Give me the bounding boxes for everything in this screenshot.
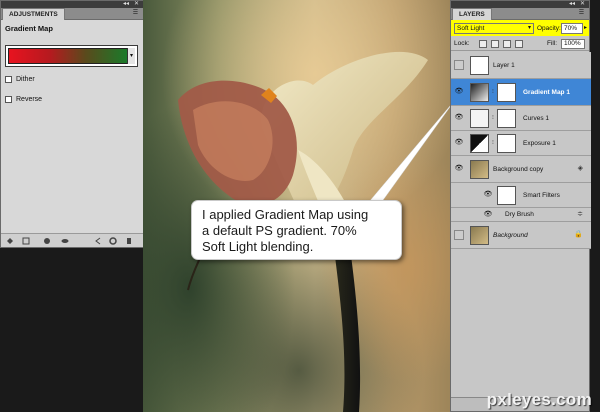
collapse-icon[interactable]: ◂◂ bbox=[569, 1, 575, 8]
opacity-label: Opacity: bbox=[537, 25, 561, 32]
layer-name: Gradient Map 1 bbox=[523, 89, 570, 96]
layers-panel: ◂◂ ✕ LAYERS ☰ Soft Light ▾ Opacity: 70% … bbox=[450, 0, 591, 412]
reverse-checkbox[interactable] bbox=[5, 96, 12, 103]
layer-name: Smart Filters bbox=[523, 192, 560, 199]
lock-icon: 🔒 bbox=[574, 231, 583, 238]
layer-mask-thumbnail[interactable] bbox=[497, 109, 516, 128]
layer-thumbnail bbox=[470, 56, 489, 75]
layer-name: Background bbox=[493, 232, 528, 239]
panel-menu-icon[interactable]: ☰ bbox=[577, 10, 586, 17]
layers-tabbar: LAYERS ☰ bbox=[451, 8, 589, 20]
eye-icon[interactable]: 👁 bbox=[483, 210, 493, 220]
close-panel-icon[interactable]: ✕ bbox=[580, 1, 585, 8]
eye-icon[interactable]: 👁 bbox=[454, 138, 464, 148]
adjustment-title: Gradient Map bbox=[5, 24, 53, 33]
link-icon[interactable]: ⁝ bbox=[491, 134, 495, 153]
blend-mode-select[interactable]: Soft Light ▾ bbox=[454, 23, 534, 34]
gradient-dropdown-arrow-icon[interactable]: ▾ bbox=[127, 48, 135, 64]
annotation-callout: I applied Gradient Map using a default P… bbox=[191, 200, 402, 260]
dither-option[interactable]: Dither bbox=[5, 76, 35, 83]
lock-transparency-icon[interactable] bbox=[479, 40, 487, 48]
eye-icon[interactable]: 👁 bbox=[454, 113, 464, 123]
delete-adjustment-icon[interactable] bbox=[125, 237, 133, 245]
adjustments-panel-header: ◂◂ ✕ bbox=[1, 1, 143, 8]
lock-label: Lock: bbox=[454, 40, 470, 47]
lock-position-icon[interactable] bbox=[503, 40, 511, 48]
layer-row-background-copy[interactable]: 👁 Background copy ◈ bbox=[451, 156, 591, 183]
callout-line-2: a default PS gradient. 70% bbox=[202, 223, 357, 238]
smart-object-icon: ◈ bbox=[577, 165, 583, 172]
lock-all-icon[interactable] bbox=[515, 40, 523, 48]
adjustments-tabbar: ADJUSTMENTS ☰ bbox=[1, 8, 143, 20]
callout-line-1: I applied Gradient Map using bbox=[202, 207, 369, 222]
previous-state-icon[interactable] bbox=[94, 237, 102, 245]
layer-row-curves-1[interactable]: 👁 ⁝ Curves 1 bbox=[451, 106, 591, 131]
layer-thumbnail bbox=[470, 160, 489, 179]
layer-name: Exposure 1 bbox=[523, 140, 556, 147]
callout-line-3: Soft Light blending. bbox=[202, 239, 314, 254]
layer-mask-thumbnail[interactable] bbox=[497, 83, 516, 102]
lock-pixels-icon[interactable] bbox=[491, 40, 499, 48]
reverse-label: Reverse bbox=[16, 96, 43, 103]
eye-icon[interactable]: 👁 bbox=[454, 164, 464, 174]
layer-mask-thumbnail[interactable] bbox=[497, 134, 516, 153]
exposure-thumbnail bbox=[470, 134, 489, 153]
layer-name: Layer 1 bbox=[493, 62, 515, 69]
close-panel-icon[interactable]: ✕ bbox=[134, 1, 139, 8]
filter-options-icon[interactable]: ≑ bbox=[577, 210, 583, 218]
curves-thumbnail bbox=[470, 109, 489, 128]
reset-icon[interactable] bbox=[109, 237, 117, 245]
dither-label: Dither bbox=[16, 76, 35, 83]
layer-row-background[interactable]: Background 🔒 bbox=[451, 222, 591, 249]
lock-row: Lock: Fill: 100% bbox=[451, 37, 589, 51]
link-icon[interactable]: ⁝ bbox=[491, 109, 495, 128]
layer-row-exposure-1[interactable]: 👁 ⁝ Exposure 1 bbox=[451, 131, 591, 156]
adjustment-thumbnail bbox=[470, 83, 489, 102]
gradient-preview[interactable] bbox=[8, 48, 128, 64]
watermark: pxleyes.com bbox=[486, 390, 592, 409]
link-icon[interactable]: ⁝ bbox=[491, 83, 495, 102]
adjustments-panel: ◂◂ ✕ ADJUSTMENTS ☰ Gradient Map ▾ Dither… bbox=[0, 0, 144, 248]
dither-checkbox[interactable] bbox=[5, 76, 12, 83]
layer-row-layer-1[interactable]: Layer 1 bbox=[451, 52, 591, 79]
fill-label: Fill: bbox=[547, 40, 558, 47]
layer-row-smart-filters[interactable]: 👁 Smart Filters bbox=[451, 183, 591, 208]
layer-name: Background copy bbox=[493, 166, 544, 173]
opacity-input[interactable]: 70% bbox=[561, 23, 583, 34]
opacity-slider-arrow-icon[interactable]: ▸ bbox=[584, 23, 590, 34]
collapse-icon[interactable]: ◂◂ bbox=[123, 1, 129, 8]
visibility-icon[interactable] bbox=[61, 237, 69, 245]
blend-options-row: Soft Light ▾ Opacity: 70% ▸ bbox=[451, 20, 589, 36]
visibility-toggle[interactable] bbox=[454, 60, 464, 70]
gradient-picker[interactable]: ▾ bbox=[5, 45, 138, 67]
layer-thumbnail bbox=[470, 226, 489, 245]
return-to-list-icon[interactable] bbox=[6, 237, 14, 245]
expanded-view-icon[interactable] bbox=[22, 237, 30, 245]
fill-input[interactable]: 100% bbox=[561, 39, 585, 49]
reverse-option[interactable]: Reverse bbox=[5, 96, 42, 103]
filter-mask-thumbnail[interactable] bbox=[497, 186, 516, 205]
layer-name: Curves 1 bbox=[523, 115, 550, 122]
visibility-toggle[interactable] bbox=[454, 230, 464, 240]
eye-icon[interactable]: 👁 bbox=[454, 87, 464, 97]
panel-menu-icon[interactable]: ☰ bbox=[131, 10, 140, 17]
layer-row-gradient-map-1[interactable]: 👁 ⁝ Gradient Map 1 bbox=[451, 79, 591, 106]
adjustments-bottom-toolbar bbox=[1, 233, 143, 247]
clip-to-layer-icon[interactable] bbox=[43, 237, 51, 245]
tab-layers[interactable]: LAYERS bbox=[452, 8, 492, 20]
tab-adjustments[interactable]: ADJUSTMENTS bbox=[2, 8, 65, 20]
layer-name: Dry Brush bbox=[505, 211, 534, 218]
dropdown-arrow-icon: ▾ bbox=[527, 25, 531, 31]
eye-icon[interactable]: 👁 bbox=[483, 190, 493, 200]
layers-panel-header: ◂◂ ✕ bbox=[451, 1, 589, 8]
layer-row-dry-brush[interactable]: 👁 Dry Brush ≑ bbox=[451, 208, 591, 222]
blend-mode-value: Soft Light bbox=[457, 25, 485, 32]
